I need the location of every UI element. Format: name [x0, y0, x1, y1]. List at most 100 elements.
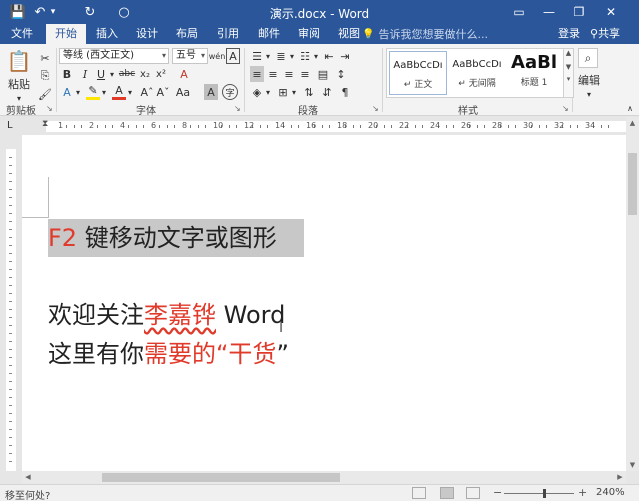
- zoom-in-button[interactable]: +: [578, 486, 587, 499]
- style-normal[interactable]: AaBbCcDı ↵ 正文: [389, 51, 447, 95]
- numbering-dropdown-icon[interactable]: ▾: [288, 48, 296, 64]
- scroll-thumb[interactable]: [628, 153, 637, 215]
- increase-indent-icon[interactable]: ⇥: [338, 48, 352, 64]
- paragraph-launcher-icon[interactable]: ↘: [372, 104, 379, 113]
- borders-icon[interactable]: ⊞: [276, 84, 290, 100]
- font-launcher-icon[interactable]: ↘: [234, 104, 241, 113]
- text-effects-dropdown-icon[interactable]: ▾: [74, 84, 82, 100]
- shading-icon[interactable]: ◈: [250, 84, 264, 100]
- web-layout-icon[interactable]: [466, 487, 480, 499]
- undo-dropdown-icon[interactable]: ▾: [48, 3, 58, 21]
- clipboard-launcher-icon[interactable]: ↘: [46, 104, 53, 113]
- editing-dropdown-icon[interactable]: ▾: [584, 86, 594, 102]
- italic-button[interactable]: I: [78, 66, 92, 82]
- justify-icon[interactable]: ≡: [298, 66, 312, 82]
- numbering-icon[interactable]: ≣: [274, 48, 288, 64]
- zoom-percent[interactable]: 240%: [596, 487, 625, 498]
- bold-button[interactable]: B: [60, 66, 74, 82]
- cut-icon[interactable]: ✂: [38, 50, 52, 66]
- close-button[interactable]: ✕: [598, 0, 624, 24]
- restore-button[interactable]: ❐: [566, 0, 592, 24]
- format-painter-icon[interactable]: 🖌: [38, 86, 52, 102]
- paragraph[interactable]: 欢迎关注李嘉铧 Word: [48, 295, 285, 330]
- collapse-ribbon-icon[interactable]: ∧: [624, 100, 636, 116]
- multilevel-list-icon[interactable]: ☷: [298, 48, 312, 64]
- font-color-button[interactable]: A: [112, 84, 126, 100]
- sort-icon[interactable]: ⇵: [320, 84, 334, 100]
- decrease-indent-icon[interactable]: ⇤: [322, 48, 336, 64]
- paste-icon[interactable]: 📋: [6, 48, 32, 74]
- text-effects-button[interactable]: A: [60, 84, 74, 100]
- copy-icon[interactable]: ⎘: [38, 68, 52, 84]
- style-no-spacing[interactable]: AaBbCcDı ↵ 无间隔: [449, 51, 505, 95]
- tab-layout[interactable]: 布局: [168, 24, 206, 44]
- font-family-combo[interactable]: 等线 (西文正文) ▾: [59, 48, 169, 64]
- indent-marker-icon[interactable]: ⧗: [42, 119, 48, 129]
- superscript-button[interactable]: x²: [154, 66, 168, 82]
- scroll-up-icon[interactable]: ▲: [626, 117, 639, 129]
- tell-me-box[interactable]: 💡 告诉我您想要做什么...: [362, 27, 488, 41]
- horizontal-ruler[interactable]: ⧗ 1 2 4 6 8 10 12 14 16 18 20 22 24 26 28 30 32 34: [22, 117, 626, 135]
- selected-paragraph[interactable]: F2 键移动文字或图形: [48, 219, 304, 257]
- tab-file[interactable]: 文件: [0, 24, 44, 44]
- scroll-right-icon[interactable]: ▶: [614, 471, 626, 484]
- scroll-left-icon[interactable]: ◀: [22, 471, 34, 484]
- vertical-scrollbar[interactable]: ▲ ▼: [626, 117, 639, 471]
- show-marks-icon[interactable]: ¶: [338, 84, 352, 100]
- shading-dropdown-icon[interactable]: ▾: [264, 84, 272, 100]
- undo-icon[interactable]: ↶: [32, 3, 48, 21]
- shrink-font-button[interactable]: Aˇ: [156, 84, 170, 100]
- bullets-icon[interactable]: ☰: [250, 48, 264, 64]
- strikethrough-button[interactable]: abc: [118, 66, 136, 82]
- font-size-combo[interactable]: 五号 ▾: [172, 48, 208, 64]
- zoom-slider-knob[interactable]: [542, 489, 546, 498]
- underline-dropdown-icon[interactable]: ▾: [108, 66, 116, 82]
- scroll-down-icon[interactable]: ▼: [564, 63, 573, 71]
- styles-launcher-icon[interactable]: ↘: [562, 104, 569, 113]
- minimize-button[interactable]: —: [536, 0, 562, 24]
- align-center-icon[interactable]: ≡: [266, 66, 280, 82]
- read-mode-icon[interactable]: [412, 487, 426, 499]
- tab-design[interactable]: 设计: [128, 24, 166, 44]
- tab-references[interactable]: 引用: [208, 24, 248, 44]
- font-color-dropdown-icon[interactable]: ▾: [126, 84, 134, 100]
- highlight-dropdown-icon[interactable]: ▾: [100, 84, 108, 100]
- enclose-characters-button[interactable]: 字: [222, 84, 238, 100]
- styles-gallery-scroll[interactable]: ▲ ▼ ▾: [564, 48, 574, 98]
- character-border-button[interactable]: A: [226, 48, 240, 64]
- zoom-slider[interactable]: [504, 493, 574, 494]
- document-page[interactable]: F2 键移动文字或图形 欢迎关注李嘉铧 Word 这里有你需要的“干货” I: [22, 135, 626, 471]
- bullets-dropdown-icon[interactable]: ▾: [264, 48, 272, 64]
- ribbon-display-options-icon[interactable]: ▭: [506, 0, 532, 24]
- find-icon[interactable]: ⌕: [578, 48, 598, 68]
- subscript-button[interactable]: x₂: [138, 66, 152, 82]
- multilevel-dropdown-icon[interactable]: ▾: [312, 48, 320, 64]
- vertical-ruler[interactable]: [0, 135, 22, 471]
- redo-icon[interactable]: ↻: [82, 3, 98, 21]
- align-right-icon[interactable]: ≡: [282, 66, 296, 82]
- distributed-icon[interactable]: ▤: [316, 66, 330, 82]
- tab-review[interactable]: 审阅: [290, 24, 328, 44]
- style-heading-1[interactable]: AaBl 标题 1: [505, 51, 563, 95]
- change-case-button[interactable]: Aa: [174, 84, 192, 100]
- scroll-thumb[interactable]: [102, 473, 340, 482]
- grow-font-button[interactable]: Aˆ: [140, 84, 154, 100]
- chinese-layout-icon[interactable]: ⇅: [302, 84, 316, 100]
- tab-mailings[interactable]: 邮件: [250, 24, 288, 44]
- borders-dropdown-icon[interactable]: ▾: [290, 84, 298, 100]
- share-button[interactable]: ⚲共享: [590, 24, 620, 44]
- save-icon[interactable]: 💾: [8, 3, 28, 21]
- underline-button[interactable]: U: [94, 66, 108, 82]
- touch-mode-icon[interactable]: ○: [116, 3, 132, 21]
- paragraph[interactable]: 这里有你需要的“干货”: [48, 334, 289, 369]
- line-spacing-icon[interactable]: ↕: [334, 66, 348, 82]
- print-layout-icon[interactable]: [440, 487, 454, 499]
- expand-gallery-icon[interactable]: ▾: [564, 75, 573, 83]
- tab-home[interactable]: 开始: [46, 24, 86, 44]
- align-left-icon[interactable]: ≡: [250, 66, 264, 82]
- phonetic-guide-button[interactable]: wén: [209, 48, 226, 64]
- zoom-out-button[interactable]: −: [493, 486, 502, 499]
- scroll-up-icon[interactable]: ▲: [564, 49, 573, 57]
- horizontal-scrollbar[interactable]: ◀ ▶: [22, 471, 626, 484]
- character-shading-button[interactable]: A: [204, 84, 218, 100]
